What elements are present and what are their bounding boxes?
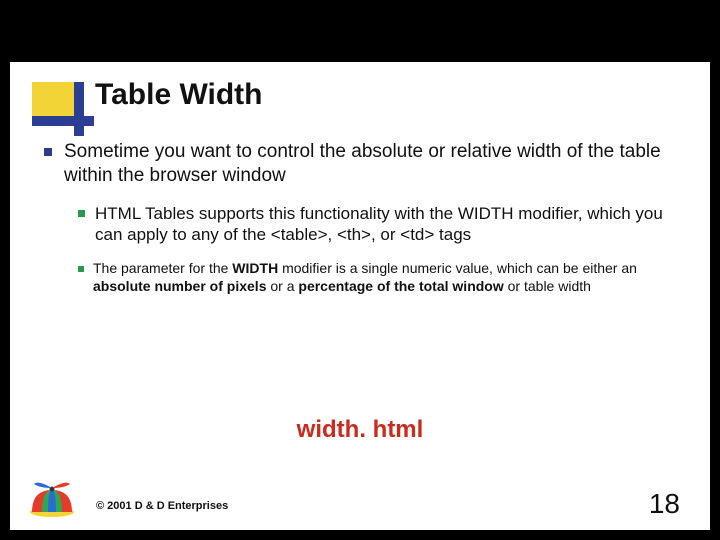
copyright-text: © 2001 D & D Enterprises [96, 500, 228, 512]
decoration-yellow-block [32, 82, 74, 116]
text-run: modifier is a single numeric value, whic… [278, 260, 637, 276]
bullet-level-1: Sometime you want to control the absolut… [44, 140, 684, 189]
bullet-level-3-text: The parameter for the WIDTH modifier is … [93, 260, 684, 296]
slide: Table Width Sometime you want to control… [10, 62, 710, 530]
text-run: or a [266, 278, 298, 294]
bullet-square-icon [78, 210, 85, 217]
bullet-level-2: HTML Tables supports this functionality … [78, 203, 684, 247]
text-run-bold: WIDTH [232, 260, 278, 276]
bullet-level-1-text: Sometime you want to control the absolut… [64, 140, 684, 189]
text-run: or table width [504, 278, 591, 294]
decoration-blue-vertical [74, 82, 84, 136]
decoration-blue-horizontal [32, 116, 94, 126]
slide-title: Table Width [95, 78, 263, 112]
content-area: Sometime you want to control the absolut… [44, 140, 684, 296]
bullet-square-icon [44, 148, 52, 156]
bullet-level-2-text: HTML Tables supports this functionality … [95, 203, 684, 247]
bullet-level-3: The parameter for the WIDTH modifier is … [78, 260, 684, 296]
example-link: width. html [10, 416, 710, 444]
text-run-bold: absolute number of pixels [93, 278, 266, 294]
text-run: The parameter for the [93, 260, 232, 276]
propeller-hat-icon [28, 476, 76, 518]
bullet-square-icon [78, 266, 84, 272]
text-run-bold: percentage of the total window [298, 278, 503, 294]
page-number: 18 [649, 488, 680, 520]
